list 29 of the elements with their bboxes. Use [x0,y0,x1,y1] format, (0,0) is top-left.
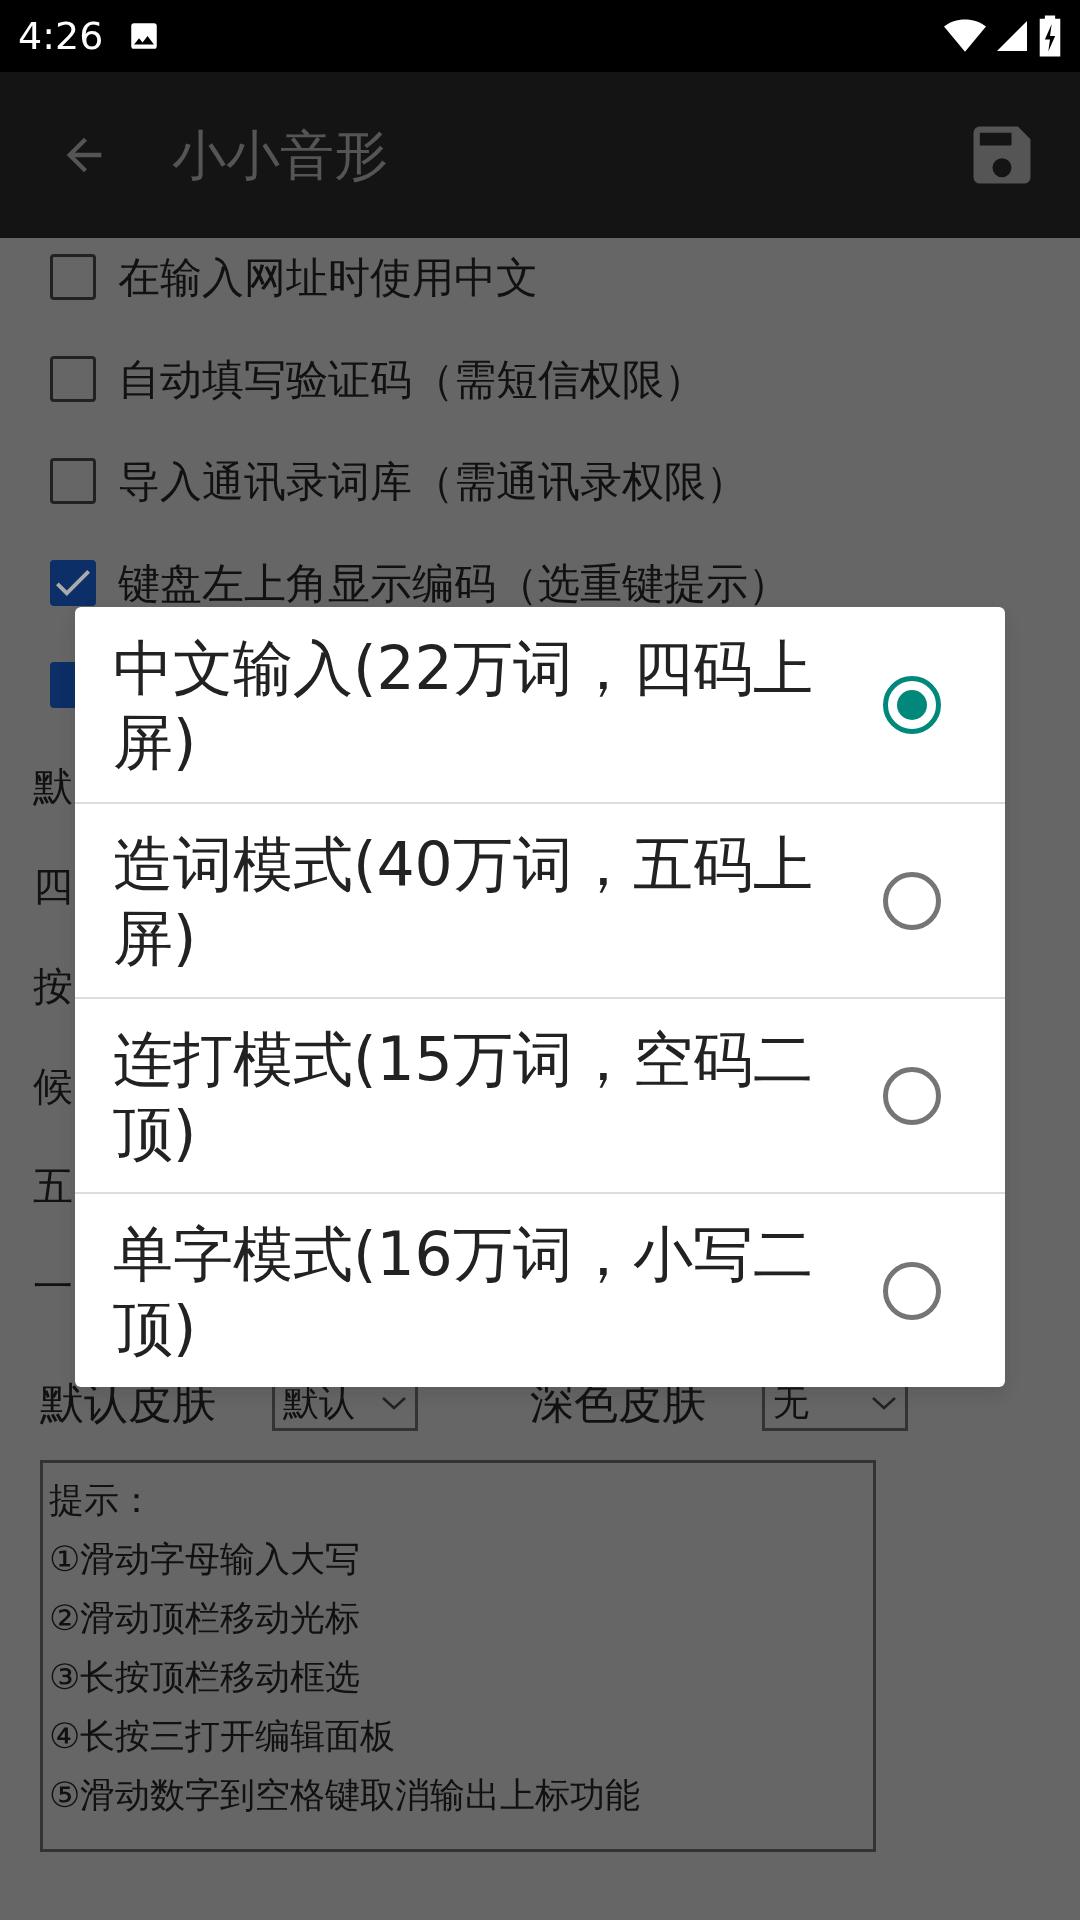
checkbox[interactable] [50,254,96,300]
checkbox[interactable] [50,356,96,402]
option-row[interactable]: 造词模式(40万词，五码上屏) [75,802,1005,997]
option-row[interactable]: 连打模式(15万词，空码二顶) [75,997,1005,1192]
toolbar-title: 小小音形 [172,122,388,189]
checkbox-label: 自动填写验证码（需短信权限） [118,353,706,406]
check-icon [56,570,90,596]
option-row[interactable]: 中文输入(22万词，四码上屏) [75,607,1005,802]
setting-label: 五 [33,1162,73,1211]
radio-button[interactable] [883,675,941,734]
option-row[interactable]: 单字模式(16万词，小写二顶) [75,1192,1005,1387]
setting-label: 默 [33,762,73,811]
setting-label: 一 [33,1262,73,1311]
setting-label: 按 [33,962,73,1011]
radio-button[interactable] [883,871,941,930]
wifi-icon [944,18,986,54]
checkbox-label: 导入通讯录词库（需通讯录权限） [118,455,748,508]
battery-icon [1038,15,1062,57]
checkbox[interactable] [50,560,96,606]
caret-icon [381,1395,407,1411]
checkbox[interactable] [50,458,96,504]
setting-label: 四 [33,862,73,911]
checkbox-label: 在输入网址时使用中文 [118,251,538,304]
checkbox-label: 键盘左上角显示编码（选重键提示） [118,557,790,610]
caret-icon [871,1395,897,1411]
radio-button[interactable] [883,1261,941,1320]
clock-text: 4:26 [18,12,104,60]
radio-button[interactable] [883,1066,941,1125]
setting-label: 候 [33,1062,73,1111]
